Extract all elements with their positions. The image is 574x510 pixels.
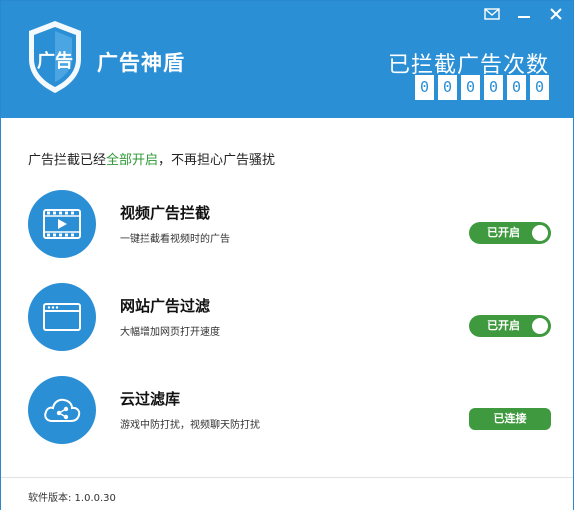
block-counter: 0 0 0 0 0 0 [415,75,549,100]
feature-cloud-filter-library: 云过滤库 游戏中防打扰，视频聊天防打扰 已连接 [28,376,551,444]
video-ad-block-toggle[interactable]: 已开启 [469,222,551,244]
app-title: 广告神盾 [97,51,185,75]
feature-description: 一键拦截看视频时的广告 [120,234,230,245]
cloud-connected-button[interactable]: 已连接 [469,408,551,430]
status-message: 广告拦截已经全部开启，不再担心广告骚扰 [28,149,275,168]
close-icon[interactable] [545,5,567,23]
feature-title: 云过滤库 [120,390,181,408]
footer-bar: 软件版本: 1.0.0.30 [1,477,573,510]
feature-video-ad-block: 视频广告拦截 一键拦截看视频时的广告 已开启 [28,190,551,258]
status-highlight: 全部开启 [106,153,159,168]
counter-digit: 0 [530,75,549,100]
video-icon [28,190,96,258]
counter-digit: 0 [484,75,503,100]
status-suffix: ，不再担心广告骚扰 [158,153,276,168]
browser-window-icon [28,283,96,351]
counter-digit: 0 [507,75,526,100]
minimize-icon[interactable] [513,5,535,23]
logo-text: 广告 [37,50,73,72]
status-prefix: 广告拦截已经 [28,153,107,168]
feature-title: 网站广告过滤 [120,297,211,315]
toggle-knob [532,225,548,241]
toggle-label: 已开启 [487,226,520,239]
feature-description: 大幅增加网页打开速度 [120,327,220,338]
feature-website-ad-filter: 网站广告过滤 大幅增加网页打开速度 已开启 [28,283,551,351]
mail-menu-icon[interactable] [481,5,503,23]
feature-title: 视频广告拦截 [120,204,211,222]
cloud-share-icon [28,376,96,444]
counter-digit: 0 [438,75,457,100]
version-label: 软件版本: 1.0.0.30 [28,493,116,504]
app-window: 广告 广告神盾 已拦截广告次数 0 0 0 0 0 0 广告拦截已经全部开启，不… [0,0,574,510]
toggle-label: 已开启 [487,319,520,332]
feature-description: 游戏中防打扰，视频聊天防打扰 [120,420,260,431]
window-controls [481,5,567,23]
header-bar: 广告 广告神盾 已拦截广告次数 0 0 0 0 0 0 [1,1,573,118]
counter-digit: 0 [415,75,434,100]
toggle-knob [532,318,548,334]
shield-logo-icon: 广告 [25,19,85,95]
counter-digit: 0 [461,75,480,100]
website-ad-filter-toggle[interactable]: 已开启 [469,315,551,337]
